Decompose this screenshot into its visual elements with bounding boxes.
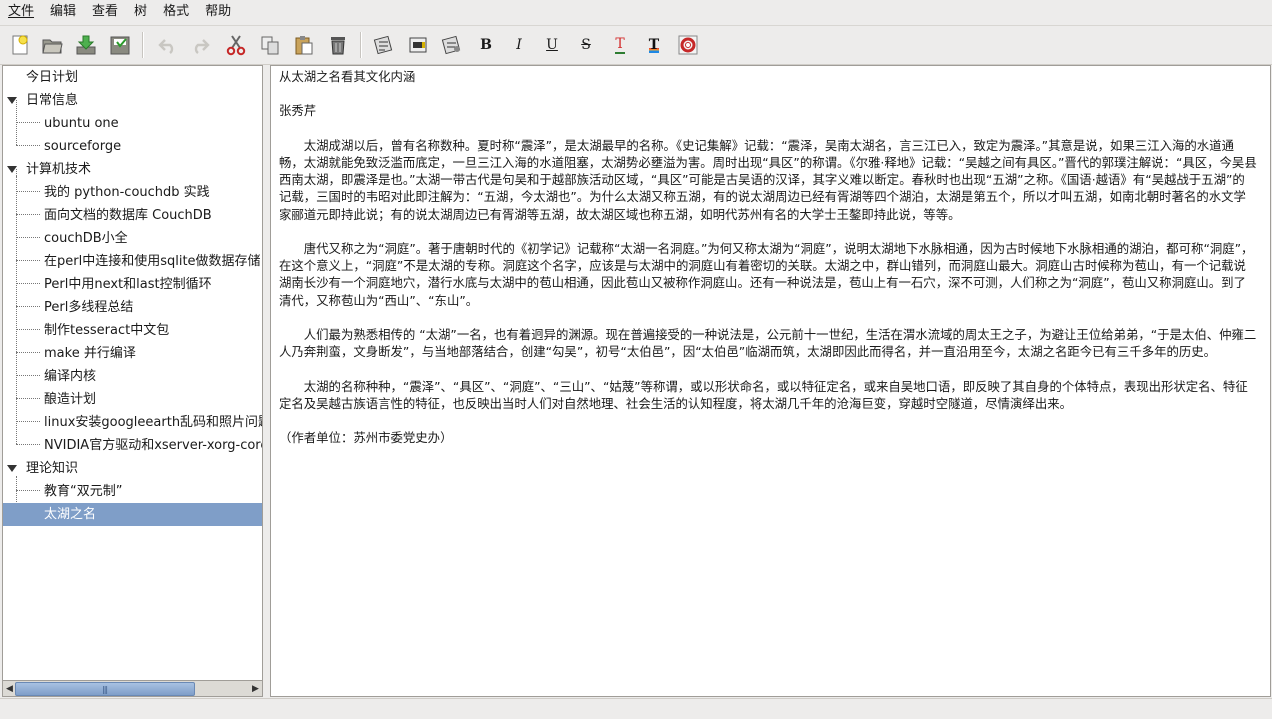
open-folder-icon[interactable]: [38, 31, 66, 59]
document-author: 张秀芹: [279, 103, 317, 119]
tree-item-today-plan[interactable]: 今日计划: [3, 66, 262, 89]
tree-horizontal-scrollbar[interactable]: ◀ ||| ▶: [2, 680, 263, 697]
text-color-icon[interactable]: T: [606, 31, 634, 59]
tree-item[interactable]: sourceforge: [3, 135, 262, 158]
menu-format[interactable]: 格式: [155, 0, 197, 24]
menu-help[interactable]: 帮助: [197, 0, 239, 24]
redo-icon[interactable]: [186, 31, 214, 59]
menu-file[interactable]: 文件: [0, 0, 42, 24]
document-title: 从太湖之名看其文化内涵: [279, 69, 416, 84]
tree-item[interactable]: Perl多线程总结: [3, 296, 262, 319]
tree-item[interactable]: 教育“双元制”: [3, 480, 262, 503]
document-footer: （作者单位：苏州市委党史办）: [279, 430, 453, 446]
paragraph: 人们最为熟悉相传的 “太湖”一名，也有着迥异的渊源。现在普遍接受的一种说法是，公…: [279, 326, 1257, 360]
highlight-icon[interactable]: T: [640, 31, 668, 59]
tree-group-computer-tech[interactable]: 计算机技术: [3, 158, 262, 181]
strikethrough-icon[interactable]: S: [572, 31, 600, 59]
expander-icon[interactable]: [7, 465, 17, 472]
undo-icon[interactable]: [154, 31, 182, 59]
underline-icon[interactable]: U: [538, 31, 566, 59]
paragraph: 唐代又称之为“洞庭”。著于唐朝时代的《初学记》记载称“太湖一名洞庭。”为何又称太…: [279, 240, 1254, 308]
tree-item[interactable]: NVIDIA官方驱动和xserver-xorg-core: [3, 434, 262, 457]
new-file-icon[interactable]: [6, 31, 34, 59]
paragraph: 太湖的名称种种，“震泽”、“具区”、“洞庭”、“三山”、“姑蔑”等称谓，或以形状…: [279, 378, 1248, 411]
menu-tree[interactable]: 树: [126, 0, 155, 24]
menu-view[interactable]: 查看: [84, 0, 126, 24]
tree-group-theory[interactable]: 理论知识: [3, 457, 262, 480]
format-a-icon[interactable]: [370, 31, 398, 59]
paragraph: 太湖成湖以后，曾有名称数种。夏时称“震泽”，是太湖最早的名称。《史记集解》记载：…: [279, 137, 1257, 222]
tree-item[interactable]: make 并行编译: [3, 342, 262, 365]
scroll-right-icon[interactable]: ▶: [249, 682, 262, 695]
italic-icon[interactable]: I: [505, 31, 533, 59]
tree-item[interactable]: couchDB小全: [3, 227, 262, 250]
expander-icon[interactable]: [7, 97, 17, 104]
format-b-icon[interactable]: [404, 31, 432, 59]
expander-icon[interactable]: [7, 166, 17, 173]
menu-edit[interactable]: 编辑: [42, 0, 84, 24]
tree-item[interactable]: 面向文档的数据库 CouchDB: [3, 204, 262, 227]
menu-bar: 文件 编辑 查看 树 格式 帮助: [0, 0, 1272, 24]
tree-item[interactable]: 制作tesseract中文包: [3, 319, 262, 342]
tree-item[interactable]: 我的 python-couchdb 实践: [3, 181, 262, 204]
paste-icon[interactable]: [290, 31, 318, 59]
scrollbar-thumb[interactable]: |||: [15, 682, 195, 696]
tree-item[interactable]: linux安装googleearth乱码和照片问题: [3, 411, 262, 434]
tree-item-selected[interactable]: 太湖之名: [3, 503, 262, 526]
save-icon[interactable]: [106, 31, 134, 59]
lifebuoy-icon[interactable]: [674, 31, 702, 59]
bold-icon[interactable]: B: [472, 31, 500, 59]
tree-item[interactable]: 酿造计划: [3, 388, 262, 411]
tree-item[interactable]: ubuntu one: [3, 112, 262, 135]
toolbar: B I U S T T: [0, 25, 1272, 65]
tree-group-daily[interactable]: 日常信息: [3, 89, 262, 112]
tree-item[interactable]: Perl中用next和last控制循环: [3, 273, 262, 296]
text-editor[interactable]: 从太湖之名看其文化内涵 张秀芹 太湖成湖以后，曾有名称数种。夏时称“震泽”，是太…: [270, 65, 1271, 697]
copy-icon[interactable]: [256, 31, 284, 59]
download-icon[interactable]: [72, 31, 100, 59]
tree-item[interactable]: 编译内核: [3, 365, 262, 388]
tree-pane[interactable]: 今日计划 日常信息 ubuntu one sourceforge 计算机技术 我…: [2, 65, 263, 681]
format-c-icon[interactable]: [438, 31, 466, 59]
cut-icon[interactable]: [222, 31, 250, 59]
tree-item[interactable]: 在perl中连接和使用sqlite做数据存储: [3, 250, 262, 273]
document-body[interactable]: 从太湖之名看其文化内涵 张秀芹 太湖成湖以后，曾有名称数种。夏时称“震泽”，是太…: [279, 68, 1257, 446]
status-bar: [0, 698, 1272, 719]
delete-icon[interactable]: [324, 31, 352, 59]
